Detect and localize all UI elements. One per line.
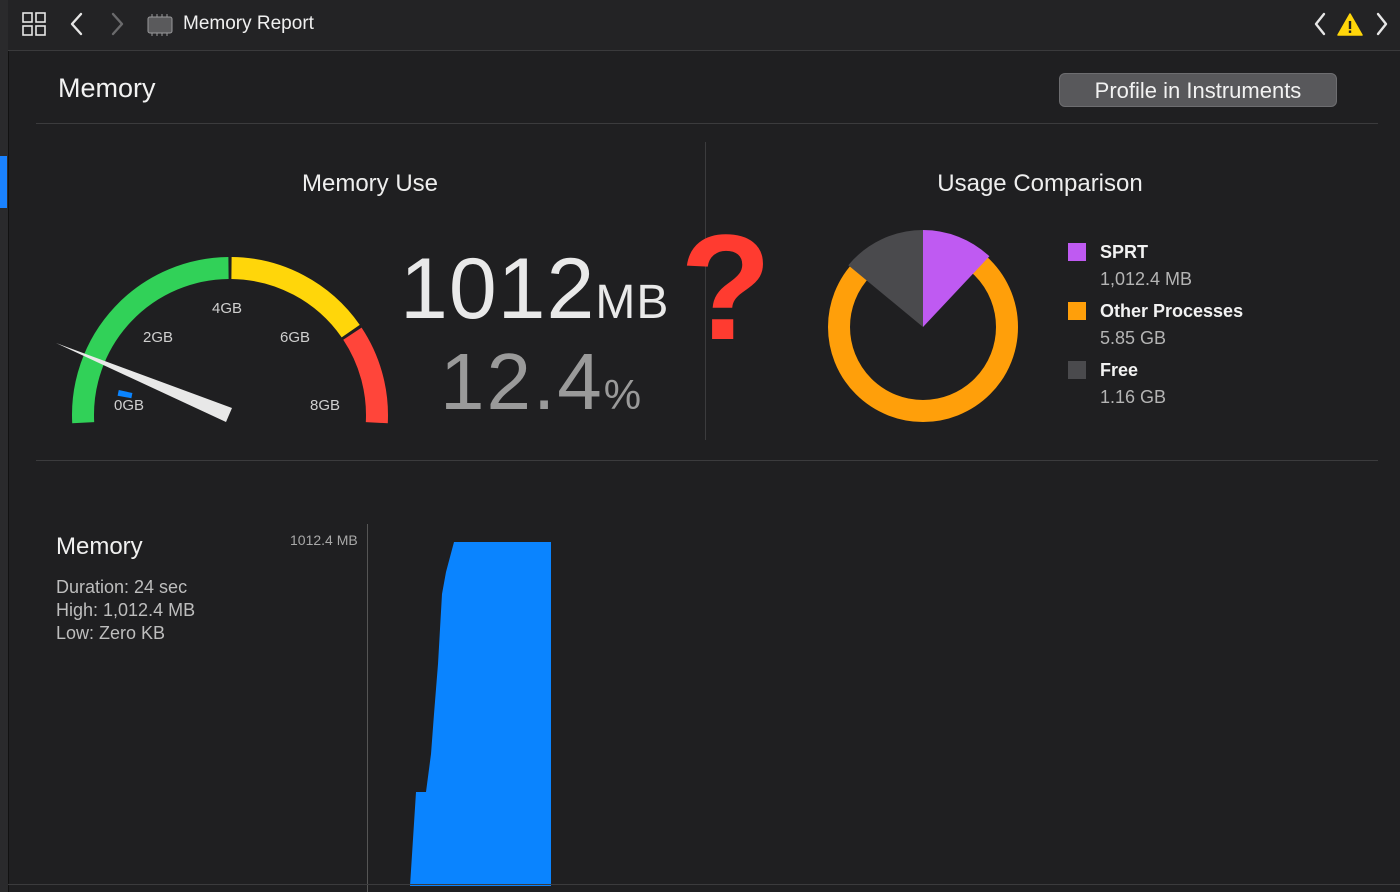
graph-axis-max-label: 1012.4 MB <box>290 532 358 548</box>
header-divider <box>36 123 1378 124</box>
gauge-tick-4: 4GB <box>212 300 242 317</box>
section-divider <box>36 460 1378 461</box>
memory-percent-unit: % <box>603 371 644 418</box>
timeline-title: Memory <box>56 533 143 560</box>
usage-donut-chart <box>828 230 1018 422</box>
forward-chevron-icon[interactable] <box>108 11 126 37</box>
memory-use-heading: Memory Use <box>301 170 439 197</box>
gauge-yellow-arc <box>231 257 360 338</box>
back-chevron-icon[interactable] <box>68 11 86 37</box>
gauge-red-arc <box>343 327 388 424</box>
legend-name: Other Processes <box>1100 301 1244 321</box>
gauge-tick-2: 2GB <box>143 329 173 346</box>
memory-value: 1012MB <box>400 240 669 339</box>
gauge-tick-6: 6GB <box>280 329 310 346</box>
legend-value: 1.16 GB <box>1100 387 1167 407</box>
memory-percent: 12.4% <box>440 336 643 428</box>
memory-value-number: 1012 <box>400 241 596 337</box>
warning-icon[interactable] <box>1337 12 1363 38</box>
low-stat: Low: Zero KB <box>56 623 166 643</box>
page-title: Memory <box>58 73 156 103</box>
memory-gauge: 0GB 2GB 4GB 6GB 8GB <box>56 257 388 424</box>
bottom-border <box>8 884 1400 885</box>
memory-chip-icon <box>147 14 173 36</box>
grid-icon[interactable] <box>22 11 46 37</box>
legend-swatch-free <box>1068 361 1086 379</box>
previous-issue-icon[interactable] <box>1312 11 1328 37</box>
memory-value-unit: MB <box>595 276 670 329</box>
legend-value: 1,012.4 MB <box>1100 269 1193 289</box>
legend-swatch-other <box>1068 302 1086 320</box>
legend-swatch-sprt <box>1068 243 1086 261</box>
gauge-tick-0: 0GB <box>114 397 144 414</box>
selected-item-marker <box>0 156 7 208</box>
memory-usage-area <box>410 542 551 886</box>
gauge-tick-8: 8GB <box>310 397 340 414</box>
editor-toolbar: Memory Report <box>8 0 1400 51</box>
legend-value: 5.85 GB <box>1100 328 1167 348</box>
high-stat: High: 1,012.4 MB <box>56 600 196 620</box>
profile-in-instruments-button[interactable]: Profile in Instruments <box>1059 73 1337 107</box>
question-mark-overlay: ? <box>680 203 772 371</box>
usage-comparison-heading: Usage Comparison <box>937 170 1143 197</box>
duration-stat: Duration: 24 sec <box>56 577 188 597</box>
left-sidebar-edge <box>0 0 9 892</box>
legend-name: SPRT <box>1100 242 1149 262</box>
next-issue-icon[interactable] <box>1374 11 1390 37</box>
legend-name: Free <box>1100 360 1139 380</box>
memory-timeline-graph[interactable] <box>368 524 1400 892</box>
breadcrumb-title[interactable]: Memory Report <box>183 13 314 35</box>
memory-percent-number: 12.4 <box>440 337 604 426</box>
